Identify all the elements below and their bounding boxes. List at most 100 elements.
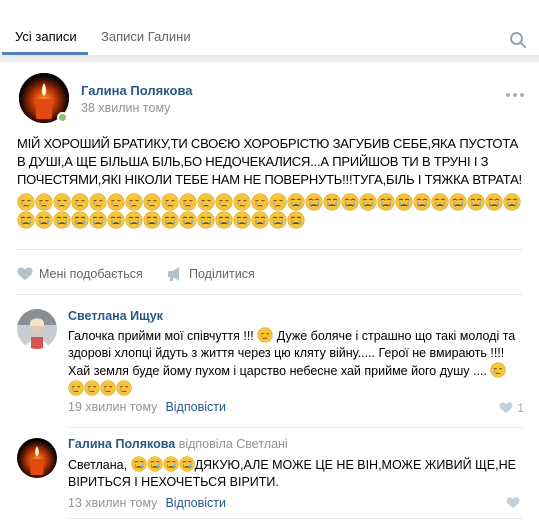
crying-emoji-icon — [107, 211, 125, 229]
like-count: 1 — [517, 401, 524, 415]
reply-button[interactable]: Відповісти — [165, 496, 226, 510]
crying-emoji-icon — [89, 211, 107, 229]
tab-all-posts[interactable]: Усі записи — [15, 29, 77, 44]
crying-emoji-icon — [257, 327, 273, 343]
heart-icon — [499, 402, 513, 414]
crying-emoji-icon — [215, 211, 233, 229]
sad-emoji-icon — [100, 380, 116, 396]
crying-emoji-icon — [485, 193, 503, 211]
crying-emoji-icon — [377, 193, 395, 211]
tab-galyna-posts[interactable]: Записи Галини — [101, 29, 191, 44]
emoji-line — [17, 193, 521, 211]
sad-emoji-icon — [35, 193, 53, 211]
divider — [68, 427, 522, 428]
sad-emoji-icon — [68, 380, 84, 396]
divider — [17, 249, 522, 250]
divider — [68, 518, 522, 519]
candle-image — [17, 438, 57, 478]
tabs-bar: Усі записи Записи Галини — [0, 0, 539, 56]
sad-emoji-icon — [143, 193, 161, 211]
sad-emoji-icon — [116, 380, 132, 396]
comment-text-part: Галочка прийми мої співчуття !!! — [68, 329, 258, 343]
online-indicator — [57, 112, 68, 123]
share-icon — [168, 267, 179, 281]
avatar[interactable] — [17, 309, 57, 349]
crying-emoji-icon — [233, 211, 251, 229]
crying-emoji-icon — [413, 193, 431, 211]
sad-emoji-icon — [17, 193, 35, 211]
sad-emoji-icon — [71, 193, 89, 211]
sad-emoji-icon — [269, 193, 287, 211]
crying-emoji-icon — [17, 211, 35, 229]
wall-post: Галина Полякова 38 хвилин тому МІЙ ХОРОШ… — [0, 62, 539, 522]
sad-emoji-icon — [53, 193, 71, 211]
heart-icon — [506, 497, 520, 509]
comment-time[interactable]: 19 хвилин тому — [68, 400, 157, 414]
post-author[interactable]: Галина Полякова — [81, 83, 193, 98]
crying-emoji-icon — [503, 193, 521, 211]
crying-emoji-icon — [35, 211, 53, 229]
reply-button[interactable]: Відповісти — [165, 400, 226, 414]
crying-emoji-icon — [431, 193, 449, 211]
comment-text: Светлана, ДЯКУЮ,АЛЕ МОЖЕ ЦЕ НЕ ВІН,МОЖЕ … — [68, 456, 518, 491]
emoji-group — [130, 456, 195, 472]
comment-author[interactable]: Светлана Ищук — [68, 309, 163, 323]
comment-time[interactable]: 13 хвилин тому — [68, 496, 157, 510]
share-button[interactable]: Поділитися — [167, 266, 255, 282]
crying-emoji-icon — [178, 456, 195, 472]
crying-emoji-icon — [287, 211, 305, 229]
search-icon[interactable] — [509, 31, 527, 49]
comment-text: Галочка прийми мої співчуття !!! Дуже бо… — [68, 327, 518, 398]
crying-emoji-icon — [71, 211, 89, 229]
heart-icon — [17, 267, 33, 280]
active-tab-indicator — [2, 52, 88, 55]
comment-meta: 13 хвилин тому Відповісти — [68, 496, 226, 510]
sad-emoji-icon — [251, 193, 269, 211]
comment-like-button[interactable]: 1 — [499, 401, 524, 415]
comment-meta: 19 хвилин тому Відповісти — [68, 400, 226, 414]
sad-emoji-icon — [107, 193, 125, 211]
profile-photo — [17, 309, 57, 349]
crying-emoji-icon — [143, 211, 161, 229]
sad-emoji-icon — [197, 193, 215, 211]
crying-emoji-icon — [146, 456, 163, 472]
crying-emoji-icon — [53, 211, 71, 229]
crying-emoji-icon — [341, 193, 359, 211]
sad-emoji-icon — [125, 193, 143, 211]
sad-emoji-icon — [233, 193, 251, 211]
crying-emoji-icon — [130, 456, 147, 472]
sad-emoji-icon — [161, 193, 179, 211]
crying-emoji-icon — [125, 211, 143, 229]
post-time[interactable]: 38 хвилин тому — [81, 101, 170, 115]
more-options-icon[interactable] — [505, 92, 525, 98]
crying-emoji-icon — [467, 193, 485, 211]
crying-emoji-icon — [395, 193, 413, 211]
sad-emoji-icon — [84, 380, 100, 396]
crying-emoji-icon — [251, 211, 269, 229]
crying-emoji-icon — [449, 193, 467, 211]
divider — [17, 294, 522, 295]
crying-emoji-icon — [305, 193, 323, 211]
sad-emoji-icon — [89, 193, 107, 211]
post-text: МІЙ ХОРОШИЙ БРАТИКУ,ТИ СВОЄЮ ХОРОБРІСТЮ … — [17, 136, 522, 187]
share-label: Поділитися — [189, 267, 255, 281]
crying-emoji-icon — [197, 211, 215, 229]
avatar[interactable] — [17, 438, 57, 478]
crying-emoji-icon — [323, 193, 341, 211]
like-button[interactable]: Мені подобається — [17, 266, 143, 282]
sad-emoji-icon — [215, 193, 233, 211]
comment-like-button[interactable] — [506, 497, 524, 509]
comment-author: Галина Полякова відповіла Светлані — [68, 437, 288, 451]
sad-emoji-icon — [490, 362, 507, 378]
crying-emoji-icon — [179, 211, 197, 229]
comment-text-part: Светлана, — [68, 458, 131, 472]
emoji-line — [17, 211, 305, 229]
crying-emoji-icon — [359, 193, 377, 211]
crying-emoji-icon — [287, 193, 305, 211]
comment-author-name[interactable]: Галина Полякова — [68, 437, 175, 451]
replied-to[interactable]: відповіла Светлані — [179, 437, 288, 451]
sad-emoji-icon — [179, 193, 197, 211]
crying-emoji-icon — [161, 211, 179, 229]
like-label: Мені подобається — [39, 267, 143, 281]
crying-emoji-icon — [162, 456, 179, 472]
